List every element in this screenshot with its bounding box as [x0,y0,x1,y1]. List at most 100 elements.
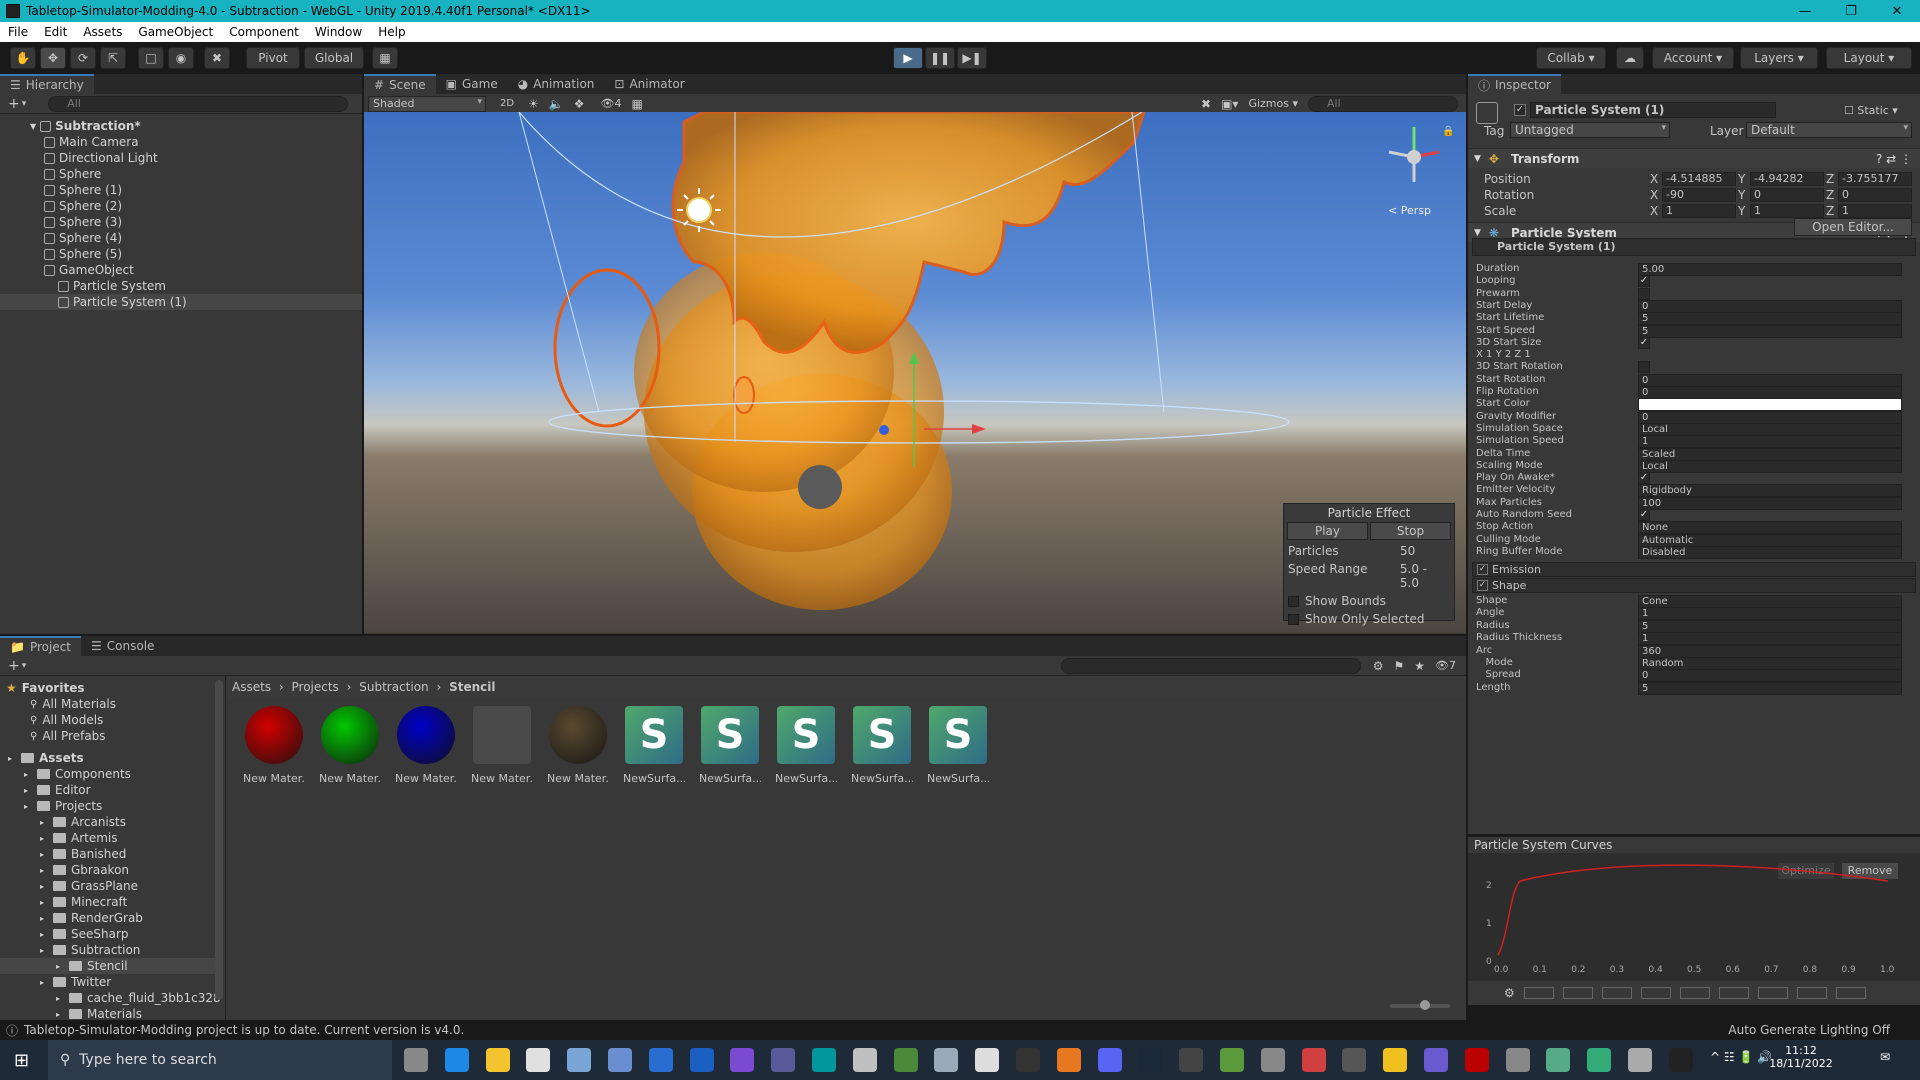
minimize-button[interactable]: — [1782,0,1828,22]
scale-tool-icon[interactable]: ⇱ [100,47,126,69]
taskbar-app-icon[interactable] [1464,1048,1489,1072]
ps-field-value[interactable]: 1 [1638,435,1902,449]
taskbar-app-icon[interactable] [1505,1048,1530,1072]
ps-field-value[interactable]: 0 [1638,299,1902,313]
taskbar-app-icon[interactable] [1587,1048,1612,1072]
hierarchy-item[interactable]: Sphere [44,166,101,182]
taskbar-app-icon[interactable] [1056,1048,1081,1072]
camera-icon[interactable]: ▣▾ [1221,97,1238,111]
hierarchy-item[interactable]: Sphere (1) [44,182,122,198]
tag-dropdown[interactable]: Untagged [1510,122,1670,138]
effects-icon[interactable]: ❖ [574,97,585,111]
settings-icon[interactable]: ⚙ [1504,986,1515,1000]
foldout-arrow-icon[interactable]: ▸ [40,834,48,843]
persp-label[interactable]: < Persp [1388,204,1431,217]
hierarchy-search-input[interactable]: All [48,95,349,112]
hierarchy-item[interactable]: ▼ Subtraction* [30,118,141,134]
light-gizmo-icon[interactable] [686,197,712,223]
shape-field-value[interactable]: 1 [1638,607,1902,621]
rect-tool-icon[interactable]: □ [138,47,164,69]
taskbar-app-icon[interactable] [852,1048,877,1072]
tree-item[interactable]: ▸ SeeSharp [40,926,129,942]
component-menu-icon[interactable]: ? ⇄ ⋮ [1876,152,1912,166]
asset-item[interactable]: S NewSurfa... [623,706,685,785]
particle-play-button[interactable]: Play [1287,522,1368,540]
tree-scrollbar[interactable] [215,680,223,1000]
taskbar-app-icon[interactable] [1138,1048,1163,1072]
hierarchy-item[interactable]: Sphere (2) [44,198,122,214]
tab-project[interactable]: 📁 Project [0,636,82,656]
layer-dropdown[interactable]: Default [1746,122,1912,138]
taskbar-app-icon[interactable] [893,1048,918,1072]
hidden-packages-icon[interactable]: 👁7 [1435,659,1456,672]
foldout-arrow-icon[interactable]: ▼ [30,122,36,131]
particle-stop-button[interactable]: Stop [1370,522,1451,540]
notifications-icon[interactable]: ✉ [1880,1050,1890,1064]
tab-hierarchy[interactable]: ☰ Hierarchy [0,74,94,94]
tree-item[interactable]: ▸ cache_fluid_3bb1c328 [56,990,221,1006]
tab-console[interactable]: ☰ Console [81,636,164,656]
hierarchy-item[interactable]: Sphere (5) [44,246,122,262]
taskbar-app-icon[interactable] [526,1048,551,1072]
chevron-down-icon[interactable]: ▾ [22,99,27,109]
static-toggle[interactable]: ☐ Static ▾ [1844,104,1898,117]
taskbar-app-icon[interactable] [608,1048,632,1072]
taskbar-app-icon[interactable] [1668,1048,1693,1072]
layers-dropdown[interactable]: Layers ▾ [1740,47,1818,69]
maximize-button[interactable]: ❐ [1828,0,1874,22]
taskbar-app-icon[interactable] [1628,1048,1652,1072]
shape-field-value[interactable]: 5 [1638,681,1902,695]
windows-start-icon[interactable]: ⊞ [14,1050,29,1071]
taskbar-clock[interactable]: 11:12 18/11/2022 [1766,1044,1836,1070]
ps-checkbox[interactable]: ✓ [1638,472,1650,485]
taskbar-app-icon[interactable] [975,1048,1000,1072]
favorite-icon[interactable]: ★ [1414,659,1425,673]
lighting-icon[interactable]: ☀ [528,97,539,111]
taskbar-app-icon[interactable] [1220,1048,1244,1072]
breadcrumb-assets[interactable]: Assets [232,680,271,694]
asset-item[interactable]: New Mater... [395,706,457,785]
mode-2d-toggle[interactable]: 2D [500,98,514,109]
ps-field-value[interactable]: Local [1638,422,1902,436]
tab-scene[interactable]: # Scene [364,74,436,94]
menu-help[interactable]: Help [370,25,413,39]
favorites-header[interactable]: ★ Favorites [6,680,84,696]
hierarchy-item[interactable]: Particle System (1) [58,294,187,310]
foldout-arrow-icon[interactable]: ▸ [40,946,48,955]
ps-checkbox[interactable]: ✓ [1638,336,1650,349]
breadcrumb-subtraction[interactable]: Subtraction [359,680,428,694]
favorite-item[interactable]: ⚲ All Models [30,712,103,728]
audio-icon[interactable]: 🔈 [549,97,564,111]
menu-assets[interactable]: Assets [75,25,130,39]
shape-field-value[interactable]: 1 [1638,632,1902,646]
hierarchy-item[interactable]: Particle System [58,278,166,294]
active-checkbox[interactable]: ✓ [1514,104,1526,116]
tree-item[interactable]: ▸ Components [24,766,131,782]
move-tool-icon[interactable]: ✥ [40,47,66,69]
cloud-icon[interactable]: ☁ [1616,47,1644,69]
foldout-arrow-icon[interactable]: ▸ [24,802,32,811]
ps-field-value[interactable]: Disabled [1638,545,1902,559]
status-message[interactable]: Tabletop-Simulator-Modding project is up… [24,1023,464,1037]
filter-type-icon[interactable]: ⚙ [1373,659,1384,673]
ps-field-value[interactable]: 5 [1638,324,1902,338]
gizmos-dropdown[interactable]: Gizmos ▾ [1248,97,1298,110]
taskbar-app-icon[interactable] [812,1048,836,1072]
add-icon[interactable]: + [8,658,20,674]
menu-gameobject[interactable]: GameObject [130,25,221,39]
grid-icon[interactable]: ▦ [632,97,643,111]
curve-preset[interactable] [1523,987,1554,999]
taskbar-app-icon[interactable] [1301,1048,1326,1072]
transform-x-field[interactable]: -4.514885 [1662,172,1736,186]
foldout-arrow-icon[interactable]: ▸ [40,850,48,859]
filter-label-icon[interactable]: ⚑ [1394,659,1405,673]
menu-file[interactable]: File [0,25,36,39]
transform-y-field[interactable]: 0 [1750,188,1824,202]
curve-preset[interactable] [1679,987,1710,999]
shape-field-value[interactable]: 5 [1638,619,1902,633]
tree-item[interactable]: ▸ Twitter [40,974,111,990]
asset-item[interactable]: New Mater... [319,706,381,785]
ps-field-value[interactable]: 100 [1638,496,1902,510]
breadcrumb-projects[interactable]: Projects [292,680,339,694]
ps-checkbox[interactable]: ✓ [1638,275,1650,288]
